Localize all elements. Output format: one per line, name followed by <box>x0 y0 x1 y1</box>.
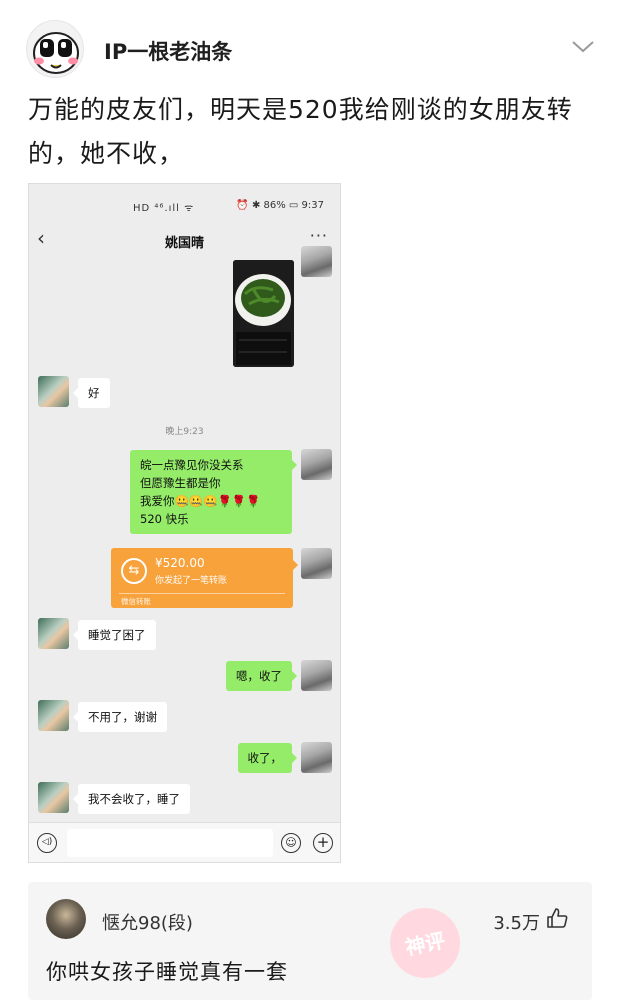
transfer-card[interactable]: ⇆ ¥520.00 你发起了一笔转账 微信转账 <box>111 548 298 608</box>
status-signal: HD ⁴⁶.ıll ᯤ <box>133 203 195 214</box>
top-comment[interactable]: 惬允98(段) 神评 3.5万 你哄女孩子睡觉真有一套 <box>28 882 592 1000</box>
message-bubble: 皖一点豫见你没关系 但愿豫生都是你 我爱你🤐🤐🤐🌹🌹🌹 520 快乐 <box>130 450 297 534</box>
chat-input-bar: ◁) ☺ + <box>29 822 340 862</box>
my-avatar <box>301 660 332 691</box>
message-bubble: 嗯，收了 <box>226 661 297 691</box>
more-icon[interactable]: ··· <box>310 226 328 245</box>
message-line: 我爱你🤐🤐🤐🌹🌹🌹 <box>140 494 261 508</box>
like-count: 3.5万 <box>493 913 540 934</box>
plus-icon[interactable]: + <box>313 833 333 853</box>
thumbs-up-icon[interactable] <box>546 907 568 929</box>
chat-navbar: ‹ 姚国晴 ··· <box>29 224 340 258</box>
my-avatar <box>301 246 332 277</box>
stamp-label: 神评 <box>403 928 448 960</box>
status-bar: HD ⁴⁶.ıll ᯤ ⏰ ✱ 86% ▭ 9:37 <box>29 184 340 224</box>
food-photo <box>233 260 294 367</box>
message-timestamp: 晚上9:23 <box>165 427 204 437</box>
commenter-avatar[interactable] <box>46 899 86 939</box>
message-bubble: 不用了，谢谢 <box>73 702 167 732</box>
transfer-amount: ¥520.00 <box>155 556 205 570</box>
author-name[interactable]: IP一根老油条 <box>104 36 232 66</box>
her-avatar <box>38 782 69 813</box>
transfer-footer: 微信转账 <box>121 597 151 606</box>
status-battery-time: ⏰ ✱ 86% ▭ 9:37 <box>236 200 324 211</box>
transfer-icon: ⇆ <box>121 558 147 584</box>
my-avatar <box>301 548 332 579</box>
message-bubble: 我不会收了，睡了 <box>73 784 190 814</box>
my-avatar <box>301 449 332 480</box>
featured-stamp: 神评 <box>383 901 467 985</box>
message-line: 520 快乐 <box>140 512 189 526</box>
transfer-divider <box>119 593 285 594</box>
message-line: 但愿豫生都是你 <box>140 476 221 490</box>
voice-icon[interactable]: ◁) <box>37 833 57 853</box>
commenter-name[interactable]: 惬允98(段) <box>102 909 193 935</box>
transfer-description: 你发起了一笔转账 <box>155 576 228 586</box>
comment-text: 你哄女孩子睡觉真有一套 <box>46 960 288 984</box>
her-avatar <box>38 618 69 649</box>
message-line: 皖一点豫见你没关系 <box>140 458 244 472</box>
chat-text-input[interactable] <box>67 829 273 857</box>
emoji-icon[interactable]: ☺ <box>281 833 301 853</box>
contact-name: 姚国晴 <box>164 236 204 251</box>
message-bubble: 收了， <box>237 743 297 773</box>
her-avatar <box>38 700 69 731</box>
her-avatar <box>38 376 69 407</box>
author-avatar[interactable] <box>26 20 84 78</box>
my-avatar <box>301 742 332 773</box>
post-header: IP一根老油条 <box>26 18 596 80</box>
chat-screenshot[interactable]: HD ⁴⁶.ıll ᯤ ⏰ ✱ 86% ▭ 9:37 ‹ 姚国晴 ··· 好 晚… <box>28 183 341 863</box>
message-bubble: 睡觉了困了 <box>73 620 156 650</box>
chevron-down-icon[interactable] <box>570 36 596 56</box>
post-text: 万能的皮友们，明天是520我给刚谈的女朋友转的，她不收， <box>28 95 573 168</box>
message-bubble: 好 <box>73 378 110 408</box>
